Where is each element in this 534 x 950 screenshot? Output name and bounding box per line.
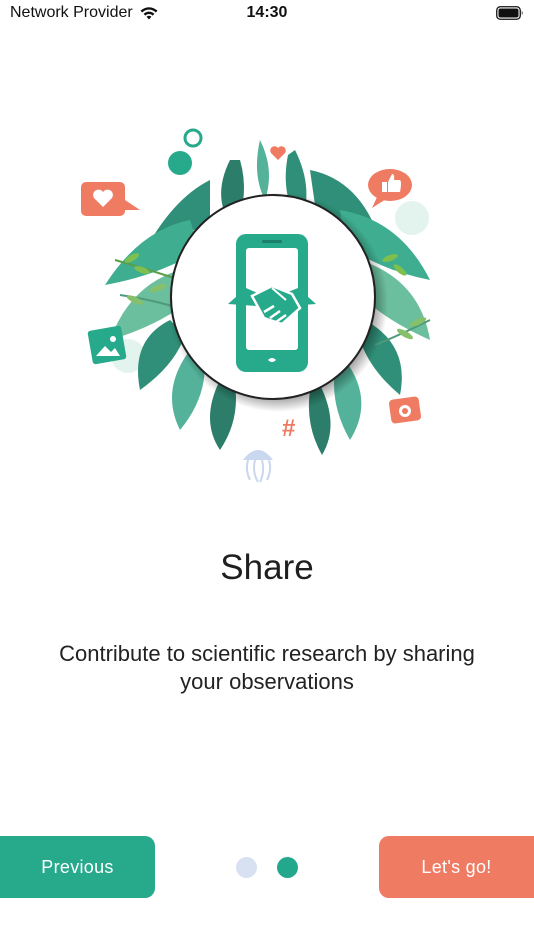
phone-handshake-icon [228, 234, 316, 372]
thumbs-up-bubble-icon [368, 169, 412, 208]
lets-go-button[interactable]: Let's go! [379, 836, 534, 898]
image-icon [87, 325, 127, 365]
page-title: Share [220, 548, 314, 587]
onboarding-navigation: Previous Let's go! [0, 836, 534, 898]
heart-bubble-icon [81, 182, 140, 216]
status-bar: Network Provider 14:30 [0, 0, 534, 30]
page-dot-1[interactable] [236, 857, 257, 878]
hashtag-icon: # [282, 415, 295, 442]
jellyfish-icon [243, 450, 273, 483]
page-indicator [236, 857, 298, 878]
status-time: 14:30 [246, 4, 288, 21]
share-illustration: # [81, 128, 431, 483]
small-heart-icon [270, 146, 286, 160]
previous-button[interactable]: Previous [0, 836, 155, 898]
page-dot-2[interactable] [277, 857, 298, 878]
camera-icon [388, 396, 422, 424]
battery-icon [496, 6, 523, 20]
page-description: Contribute to scientific research by sha… [59, 641, 475, 694]
